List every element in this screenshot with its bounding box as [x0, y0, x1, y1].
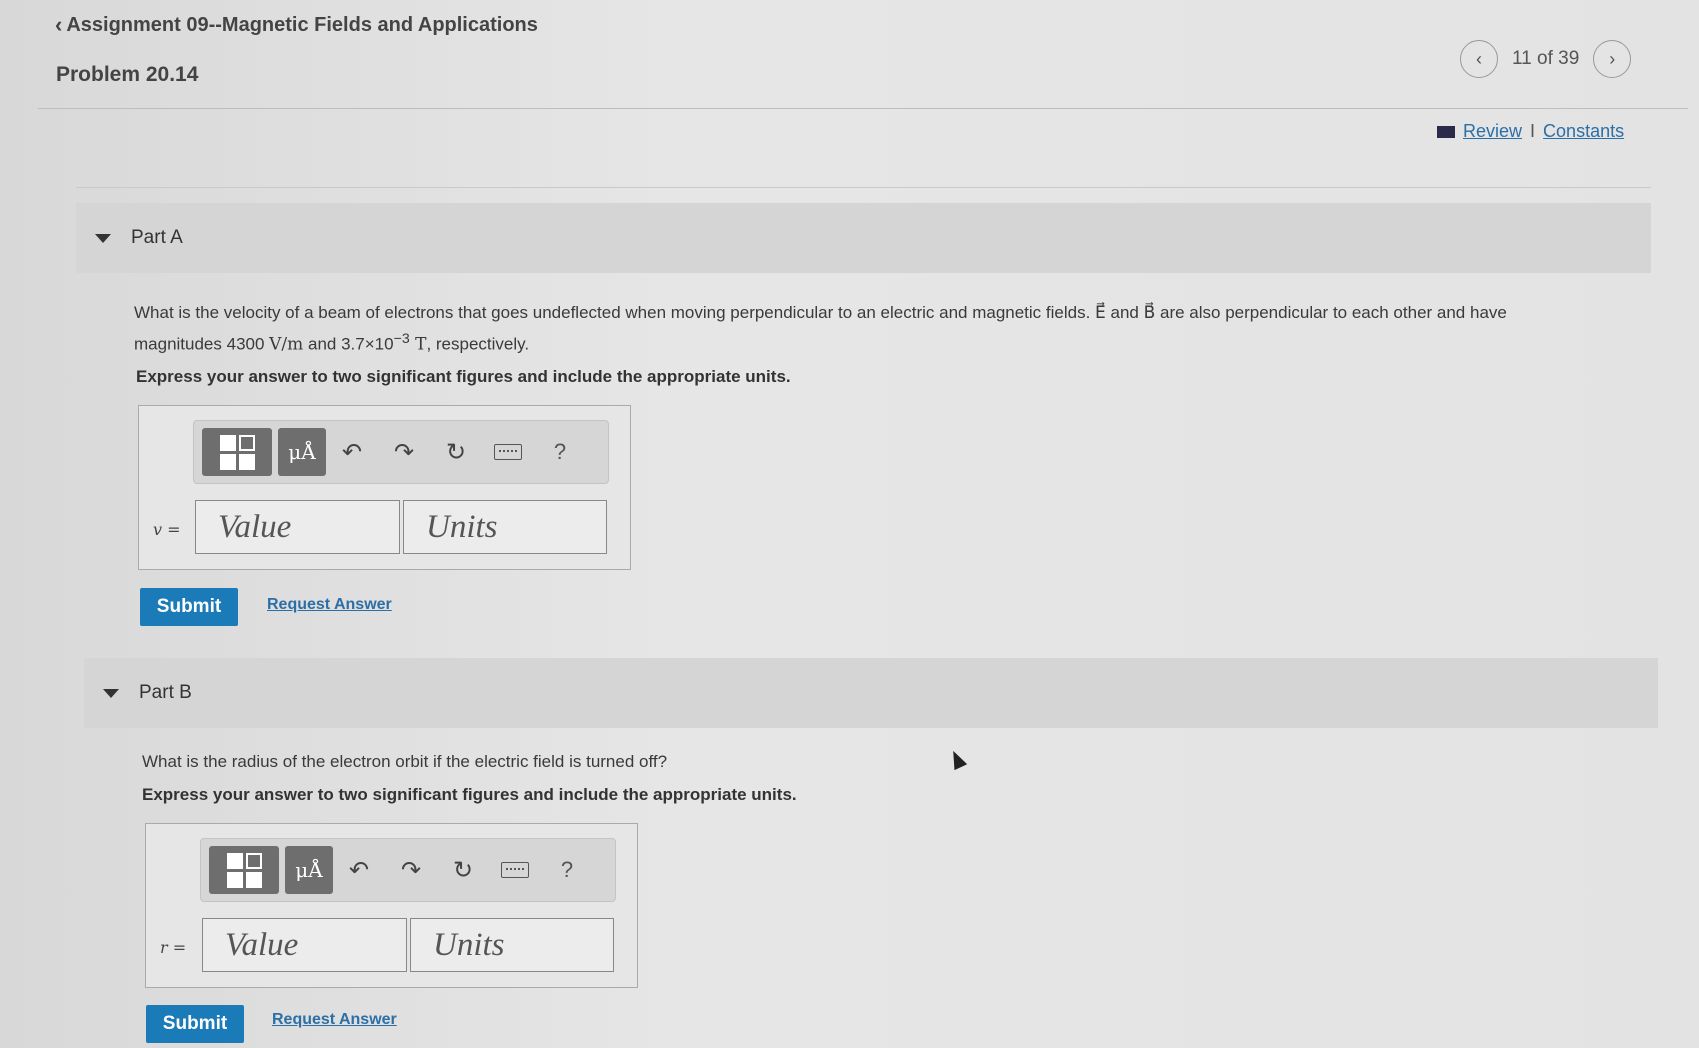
reset-button[interactable]: ↻ [430, 428, 482, 476]
undo-button[interactable]: ↶ [326, 428, 378, 476]
redo-icon: ↷ [393, 438, 415, 466]
part-b-instruction: Express your answer to two significant f… [142, 785, 797, 804]
units-icon: μÅ [295, 858, 323, 882]
help-icon: ? [553, 439, 567, 464]
units-button[interactable]: μÅ [278, 428, 326, 476]
help-button[interactable]: ? [541, 846, 593, 894]
part-a-submit-button[interactable]: Submit [140, 588, 238, 626]
help-icon: ? [560, 857, 574, 882]
chevron-left-icon: ‹ [55, 12, 63, 37]
part-a-units-input[interactable]: Units [403, 500, 607, 554]
part-a-request-answer-link[interactable]: Request Answer [267, 596, 392, 614]
part-b-answer-box: μÅ ↶ ↷ ↻ ? r = Value Units [145, 823, 638, 988]
part-b-question: What is the radius of the electron orbit… [142, 752, 668, 771]
problem-pager: ‹ 11 of 39 › [1460, 40, 1632, 78]
part-a-header[interactable]: Part A [76, 203, 1651, 273]
next-problem-button[interactable]: › [1593, 40, 1632, 78]
keyboard-icon [501, 862, 529, 878]
keyboard-button[interactable] [489, 846, 541, 894]
previous-problem-button[interactable]: ‹ [1460, 40, 1498, 78]
units-button[interactable]: μÅ [285, 846, 333, 894]
part-a-question: What is the velocity of a beam of electr… [134, 303, 1507, 355]
part-a-value-input[interactable]: Value [195, 500, 400, 554]
radius-variable-label: r = [160, 938, 187, 957]
part-b-header[interactable]: Part B [84, 658, 1658, 728]
e-field-symbol: E⃗ [1095, 303, 1106, 323]
keyboard-icon [494, 444, 522, 460]
reset-button[interactable]: ↻ [437, 846, 489, 894]
link-separator: I [1530, 121, 1536, 141]
undo-icon: ↶ [341, 438, 363, 466]
templates-icon [219, 434, 255, 470]
units-icon: μÅ [288, 440, 316, 464]
book-icon [1437, 125, 1455, 138]
assignment-title: Assignment 09--Magnetic Fields and Appli… [66, 13, 538, 36]
collapse-triangle-icon [95, 233, 111, 243]
part-b-submit-button[interactable]: Submit [146, 1005, 244, 1043]
back-to-assignment-link[interactable]: ‹ Assignment 09--Magnetic Fields and App… [55, 12, 538, 38]
part-b-value-input[interactable]: Value [202, 918, 407, 972]
section-divider [76, 187, 1651, 188]
reset-icon: ↻ [445, 438, 467, 466]
redo-button[interactable]: ↷ [378, 428, 430, 476]
undo-button[interactable]: ↶ [333, 846, 385, 894]
keyboard-button[interactable] [482, 428, 534, 476]
chevron-right-icon: › [1609, 48, 1616, 69]
math-toolbar: μÅ ↶ ↷ ↻ ? [193, 420, 609, 484]
undo-icon: ↶ [348, 856, 370, 884]
review-link[interactable]: Review [1463, 121, 1522, 142]
page: ‹ Assignment 09--Magnetic Fields and App… [0, 0, 1699, 1048]
chevron-left-icon: ‹ [1476, 48, 1482, 69]
problem-count: 11 of 39 [1512, 48, 1580, 69]
part-b-units-input[interactable]: Units [410, 918, 614, 972]
header-divider [38, 108, 1688, 109]
reset-icon: ↻ [452, 856, 474, 884]
templates-button[interactable] [202, 428, 272, 476]
part-b-request-answer-link[interactable]: Request Answer [272, 1011, 397, 1029]
part-a-answer-box: μÅ ↶ ↷ ↻ ? v = Value Units [138, 405, 631, 570]
templates-button[interactable] [209, 846, 279, 894]
collapse-triangle-icon [103, 688, 119, 698]
math-toolbar: μÅ ↶ ↷ ↻ ? [200, 838, 616, 902]
redo-icon: ↷ [400, 856, 422, 884]
part-a-label: Part A [131, 227, 183, 248]
part-a-instruction: Express your answer to two significant f… [136, 367, 791, 386]
redo-button[interactable]: ↷ [385, 846, 437, 894]
part-b-label: Part B [139, 682, 192, 703]
velocity-variable-label: v = [153, 520, 181, 539]
templates-icon [226, 852, 262, 888]
problem-title: Problem 20.14 [56, 63, 199, 86]
help-button[interactable]: ? [534, 428, 586, 476]
review-links: Review I Constants [1437, 121, 1624, 142]
b-field-symbol: B⃗ [1143, 303, 1156, 323]
constants-link[interactable]: Constants [1543, 121, 1624, 142]
